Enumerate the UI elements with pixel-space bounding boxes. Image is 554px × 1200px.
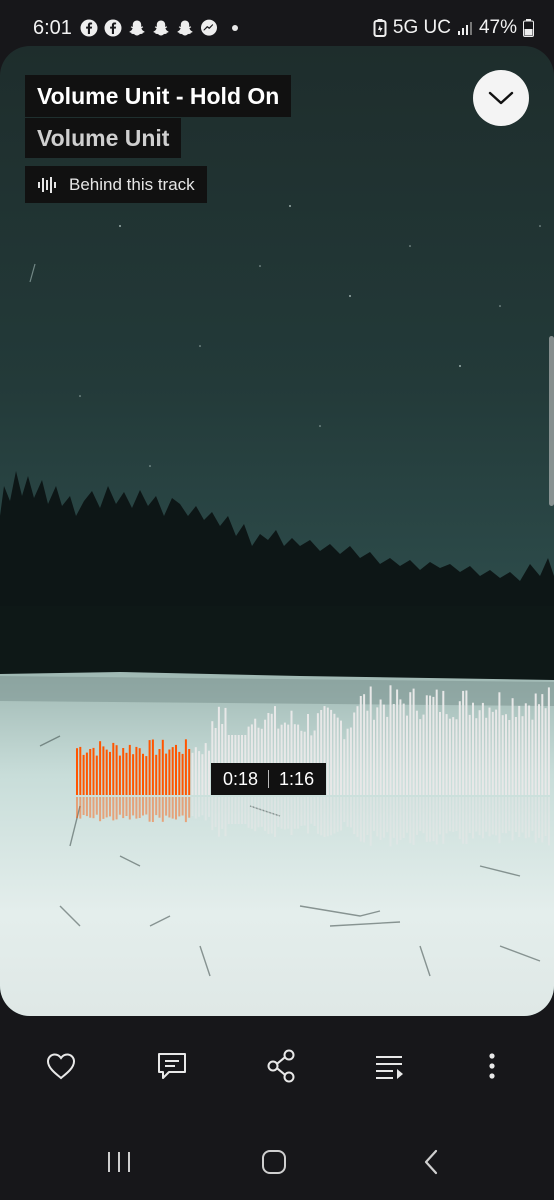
battery-icon bbox=[523, 19, 534, 37]
snapchat-icon bbox=[153, 20, 169, 36]
comment-button[interactable] bbox=[152, 1046, 192, 1086]
queue-button[interactable] bbox=[369, 1046, 409, 1086]
facebook-icon bbox=[80, 19, 98, 37]
notification-icons bbox=[80, 19, 238, 37]
status-indicators: 5G UC 47% bbox=[373, 17, 534, 39]
more-options-button[interactable] bbox=[472, 1046, 512, 1086]
signal-icon bbox=[457, 22, 472, 35]
recent-apps-button[interactable] bbox=[99, 1144, 139, 1180]
status-time: 6:01 bbox=[33, 17, 72, 39]
share-button[interactable] bbox=[261, 1046, 301, 1086]
back-icon bbox=[424, 1149, 438, 1175]
time-separator bbox=[268, 770, 270, 788]
snapchat-icon bbox=[177, 20, 193, 36]
collapse-player-button[interactable] bbox=[473, 70, 529, 126]
total-duration: 1:16 bbox=[279, 768, 315, 789]
chevron-down-icon bbox=[488, 91, 514, 105]
data-saver-icon bbox=[373, 19, 387, 37]
like-button[interactable] bbox=[41, 1046, 81, 1086]
share-icon bbox=[267, 1049, 295, 1083]
battery-percent: 47% bbox=[478, 17, 517, 38]
artist-name[interactable]: Volume Unit bbox=[25, 118, 182, 158]
heart-icon bbox=[46, 1053, 76, 1080]
more-icon bbox=[489, 1053, 495, 1079]
queue-icon bbox=[376, 1056, 403, 1079]
elapsed-time: 0:18 bbox=[223, 768, 259, 789]
home-button[interactable] bbox=[254, 1144, 294, 1180]
waveform-icon bbox=[38, 176, 56, 193]
behind-this-track-button[interactable]: Behind this track bbox=[25, 166, 207, 203]
home-icon bbox=[262, 1150, 286, 1174]
playback-time: 0:18 1:16 bbox=[211, 763, 327, 795]
network-type: 5G UC bbox=[392, 17, 451, 38]
facebook-icon bbox=[104, 19, 122, 37]
recent-apps-icon bbox=[108, 1152, 130, 1172]
behind-this-track-label: Behind this track bbox=[69, 174, 195, 194]
comment-icon bbox=[158, 1053, 186, 1079]
messenger-icon bbox=[201, 19, 217, 36]
more-notifications-dot bbox=[232, 25, 238, 31]
back-button[interactable] bbox=[411, 1144, 451, 1180]
scroll-thumb[interactable] bbox=[549, 336, 554, 506]
track-title[interactable]: Volume Unit - Hold On bbox=[25, 75, 292, 117]
snapchat-icon bbox=[129, 20, 145, 36]
